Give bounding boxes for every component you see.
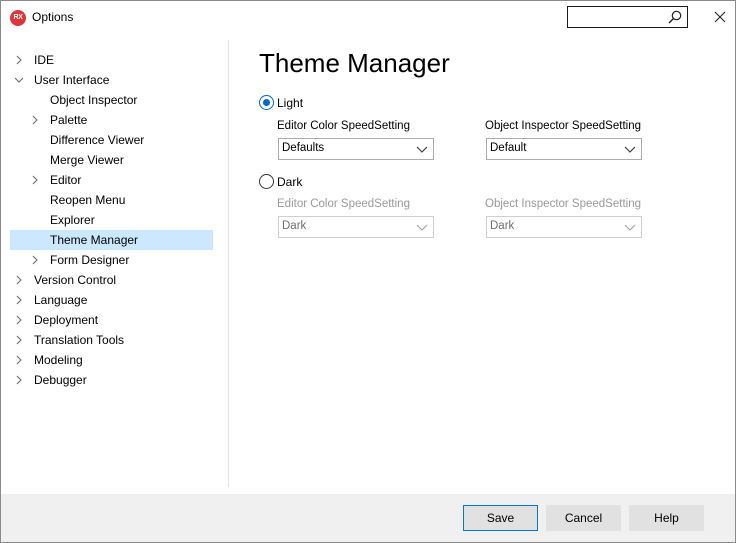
options-tree: IDE User Interface Object Inspector Pale… <box>10 50 213 390</box>
light-editor-color-label: Editor Color SpeedSetting <box>277 120 410 132</box>
window-title: Options <box>32 10 74 24</box>
help-button[interactable]: Help <box>629 505 704 531</box>
tree-item-theme-manager[interactable]: Theme Manager <box>10 230 213 250</box>
tree-item-label: Reopen Menu <box>50 193 126 207</box>
tree-item-label: Deployment <box>34 313 99 327</box>
light-theme-label[interactable]: Light <box>277 96 303 110</box>
search-input[interactable] <box>567 6 688 28</box>
options-window: RX Options IDE User Interface Object Ins… <box>0 0 736 543</box>
tree-item-editor[interactable]: Editor <box>10 170 213 190</box>
tree-item-label: Form Designer <box>50 253 130 267</box>
tree-item-label: Editor <box>50 173 82 187</box>
chevron-down-icon <box>416 224 428 231</box>
save-button[interactable]: Save <box>463 505 538 531</box>
tree-item-label: IDE <box>34 53 55 67</box>
close-icon[interactable] <box>707 6 731 28</box>
tree-item-debugger[interactable]: Debugger <box>10 370 213 390</box>
chevron-right-icon[interactable] <box>14 275 24 285</box>
title-bar: RX Options <box>1 1 735 33</box>
dark-inspector-label: Object Inspector SpeedSetting <box>485 198 641 210</box>
tree-item-user-interface[interactable]: User Interface <box>10 70 213 90</box>
tree-item-label: Modeling <box>34 353 83 367</box>
tree-item-label: Merge Viewer <box>50 153 124 167</box>
tree-item-label: Language <box>34 293 88 307</box>
chevron-right-icon[interactable] <box>30 175 40 185</box>
light-inspector-value: Default <box>490 142 527 154</box>
tree-item-label: Palette <box>50 113 88 127</box>
dark-theme-radio[interactable] <box>259 174 274 189</box>
panel-splitter[interactable] <box>228 40 229 487</box>
tree-item-difference-viewer[interactable]: Difference Viewer <box>10 130 213 150</box>
chevron-right-icon[interactable] <box>14 295 24 305</box>
tree-item-translation-tools[interactable]: Translation Tools <box>10 330 213 350</box>
tree-item-label: Difference Viewer <box>50 133 145 147</box>
tree-item-palette[interactable]: Palette <box>10 110 213 130</box>
tree-item-modeling[interactable]: Modeling <box>10 350 213 370</box>
dark-inspector-select: Dark <box>486 216 642 238</box>
chevron-right-icon[interactable] <box>30 115 40 125</box>
tree-item-deployment[interactable]: Deployment <box>10 310 213 330</box>
tree-item-version-control[interactable]: Version Control <box>10 270 213 290</box>
tree-item-label: Theme Manager <box>50 233 139 247</box>
app-logo-icon: RX <box>10 10 26 26</box>
tree-item-language[interactable]: Language <box>10 290 213 310</box>
chevron-right-icon[interactable] <box>14 55 24 65</box>
dark-editor-color-label: Editor Color SpeedSetting <box>277 198 410 210</box>
tree-item-label: Object Inspector <box>50 93 138 107</box>
tree-item-object-inspector[interactable]: Object Inspector <box>10 90 213 110</box>
dark-inspector-value: Dark <box>490 220 515 232</box>
chevron-right-icon[interactable] <box>30 255 40 265</box>
tree-item-label: Translation Tools <box>34 333 125 347</box>
tree-item-label: Explorer <box>50 213 95 227</box>
light-theme-radio[interactable] <box>259 95 274 110</box>
tree-item-form-designer[interactable]: Form Designer <box>10 250 213 270</box>
dark-editor-color-value: Dark <box>282 220 307 232</box>
tree-item-label: Version Control <box>34 273 117 287</box>
chevron-right-icon[interactable] <box>14 335 24 345</box>
dialog-footer: Save Cancel Help <box>1 494 735 542</box>
tree-item-explorer[interactable]: Explorer <box>10 210 213 230</box>
tree-item-reopen-menu[interactable]: Reopen Menu <box>10 190 213 210</box>
chevron-right-icon[interactable] <box>14 355 24 365</box>
dark-editor-color-select: Dark <box>278 216 434 238</box>
tree-item-ide[interactable]: IDE <box>10 50 213 70</box>
cancel-button[interactable]: Cancel <box>546 505 621 531</box>
chevron-down-icon <box>624 224 636 231</box>
chevron-right-icon[interactable] <box>14 375 24 385</box>
light-editor-color-value: Defaults <box>282 142 325 154</box>
dark-theme-label[interactable]: Dark <box>277 175 302 189</box>
tree-item-label: Debugger <box>34 373 87 387</box>
chevron-down-icon[interactable] <box>14 75 24 85</box>
tree-item-merge-viewer[interactable]: Merge Viewer <box>10 150 213 170</box>
light-editor-color-select[interactable]: Defaults <box>278 138 434 160</box>
chevron-down-icon <box>416 146 428 153</box>
chevron-right-icon[interactable] <box>14 315 24 325</box>
search-icon[interactable] <box>667 9 683 25</box>
page-title: Theme Manager <box>259 48 450 78</box>
chevron-down-icon <box>624 146 636 153</box>
tree-item-label: User Interface <box>34 73 110 87</box>
light-inspector-label: Object Inspector SpeedSetting <box>485 120 641 132</box>
light-inspector-select[interactable]: Default <box>486 138 642 160</box>
